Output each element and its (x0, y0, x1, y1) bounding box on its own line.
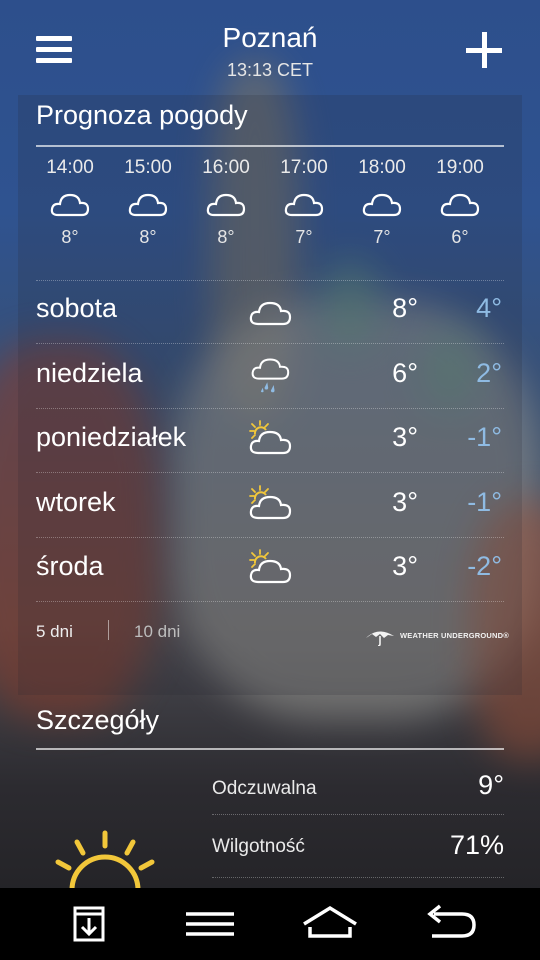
provider-label: WEATHER UNDERGROUND® (400, 631, 509, 640)
back-icon[interactable] (418, 900, 482, 948)
day-high-temp: 3° (392, 551, 418, 581)
hourly-item: 16:00 8° (191, 157, 261, 248)
cloud-icon (191, 191, 261, 219)
menu-icon[interactable] (178, 900, 242, 948)
rain-cloud-icon (246, 355, 294, 395)
divider (36, 280, 504, 281)
cloud-icon (35, 191, 105, 219)
day-low-temp: 2° (476, 357, 502, 388)
day-name: wtorek (36, 486, 116, 517)
hourly-item: 14:00 8° (35, 157, 105, 248)
hour-label: 16:00 (202, 157, 250, 178)
detail-value: 9° (478, 770, 504, 800)
umbrella-icon (366, 631, 394, 647)
detail-value: 71% (449, 830, 504, 860)
tab-10-days[interactable]: 10 dni (134, 622, 180, 642)
add-location-icon[interactable] (466, 32, 502, 68)
tab-5-days[interactable]: 5 dni (36, 622, 73, 642)
divider (36, 748, 504, 750)
divider (212, 877, 504, 878)
day-high-temp: 3° (392, 486, 418, 517)
divider (36, 145, 504, 147)
hour-label: 17:00 (280, 157, 328, 178)
partly-cloudy-icon (246, 548, 294, 588)
day-low-temp: -2° (467, 551, 502, 581)
day-high-temp: 3° (392, 422, 418, 452)
city-name[interactable]: Poznań (0, 22, 540, 54)
hour-label: 18:00 (358, 157, 406, 178)
divider (36, 407, 504, 409)
divider (36, 343, 504, 344)
top-bar: Poznań 13:13 CET (0, 0, 540, 95)
hourly-item: 19:00 6° (425, 157, 495, 248)
hour-temp: 8° (61, 227, 79, 247)
cloud-icon (269, 191, 339, 219)
hourly-item: 18:00 7° (347, 157, 417, 248)
download-icon[interactable] (58, 900, 122, 948)
day-low-temp: 4° (476, 293, 502, 323)
weather-underground-logo[interactable]: WEATHER UNDERGROUND® (364, 628, 509, 647)
divider (36, 472, 504, 473)
day-name: niedziela (36, 357, 143, 388)
hour-label: 14:00 (46, 157, 94, 178)
hour-temp: 7° (373, 227, 391, 247)
day-name: sobota (36, 293, 118, 323)
detail-label: Odczuwalna (212, 778, 317, 799)
local-time: 13:13 CET (226, 60, 314, 80)
tab-divider (108, 620, 109, 640)
divider (36, 601, 504, 602)
details-title: Szczegóły (36, 705, 160, 735)
day-name: środa (36, 551, 104, 581)
hour-label: 15:00 (124, 157, 172, 178)
forecast-title: Prognoza pogody (36, 100, 248, 130)
partly-cloudy-icon (246, 484, 294, 524)
system-nav-bar (0, 888, 540, 960)
day-low-temp: -1° (467, 422, 502, 452)
divider (212, 814, 504, 815)
cloud-icon (246, 290, 294, 330)
cloud-icon (347, 191, 417, 219)
day-name: poniedziałek (36, 422, 187, 452)
hour-temp: 8° (139, 227, 157, 247)
divider (36, 536, 504, 538)
cloud-icon (113, 191, 183, 219)
hour-label: 19:00 (436, 157, 484, 178)
home-icon[interactable] (298, 900, 362, 948)
day-high-temp: 6° (392, 357, 418, 388)
partly-cloudy-icon (246, 419, 294, 459)
detail-label: Wilgotność (212, 836, 305, 857)
cloud-icon (425, 191, 495, 219)
hour-temp: 8° (217, 227, 235, 247)
hourly-item: 15:00 8° (113, 157, 183, 248)
hour-temp: 6° (451, 227, 469, 247)
hour-temp: 7° (295, 227, 313, 247)
sun-icon (50, 830, 160, 890)
day-low-temp: -1° (467, 486, 502, 517)
day-high-temp: 8° (392, 293, 418, 323)
hourly-item: 17:00 7° (269, 157, 339, 248)
